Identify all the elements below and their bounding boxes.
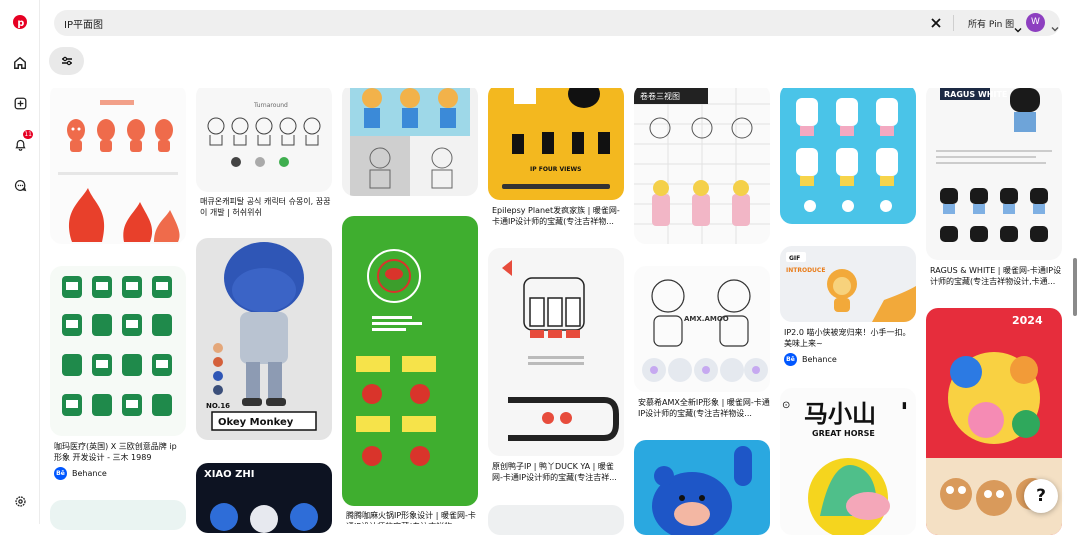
pin-image-ip-four-views[interactable]: IP FOUR VIEWS — [488, 84, 624, 200]
search-bar[interactable]: IP平面图 所有 Pin 图 — [54, 10, 1060, 36]
top-bar: IP平面图 所有 Pin 图 W — [41, 0, 1080, 88]
copyright-icon: ⊙ — [782, 400, 790, 411]
sliders-icon — [61, 56, 72, 66]
xiaozhi-label: XIAO ZHI — [204, 469, 255, 480]
search-scope-dropdown[interactable]: 所有 Pin 图 — [968, 17, 1014, 30]
pin-image-xiaozhi[interactable]: XIAO ZHI — [196, 463, 332, 533]
pin-image-three-views[interactable]: 卷卷三视图 — [634, 84, 770, 244]
source-label: Behance — [802, 355, 837, 364]
amx-label: AMX.AMOO — [684, 315, 729, 323]
pin-image-partial[interactable] — [50, 500, 186, 530]
pin-image-green-hotpot[interactable] — [342, 216, 478, 506]
home-icon[interactable] — [10, 53, 30, 73]
pin-image-cat-views[interactable] — [780, 84, 916, 224]
pin-caption[interactable]: 腾腾咖麻火锅IP形象设计 | 暖雀网-卡通IP设计师的宝藏(专注吉祥物... — [346, 510, 478, 524]
pin-image-ragus-white[interactable]: RAGUS WHITE — [926, 84, 1062, 260]
settings-gear-icon[interactable] — [10, 491, 30, 511]
notifications-badge: 11 — [23, 130, 33, 139]
pin-caption[interactable]: 原创鸭子IP | 鸭丫DUCK YA | 暖雀网-卡通IP设计师的宝藏(专注吉祥… — [492, 461, 624, 483]
pin-image-green-sticker-sheet[interactable] — [50, 266, 186, 436]
pin-source[interactable]: Bē Behance — [784, 353, 837, 366]
monkey-number: NO.16 — [206, 402, 230, 410]
pin-image-okey-monkey[interactable]: NO.16 Okey Monkey — [196, 238, 332, 440]
create-icon[interactable] — [10, 93, 30, 113]
scrollbar-thumb[interactable] — [1073, 258, 1077, 316]
pin-caption[interactable]: 咖玛医疗(英国) X 三欧创意品牌 ip形象 开发设计 - 三木 1989 — [54, 441, 184, 463]
mahorse-sub: GREAT HORSE — [812, 429, 875, 438]
pin-image-duck[interactable] — [488, 248, 624, 456]
pin-caption[interactable]: RAGUS & WHITE | 暖雀网-卡通IP设计师的宝藏(专注吉祥物设计,卡… — [930, 265, 1062, 287]
behance-icon: Bē — [784, 353, 797, 366]
filter-button[interactable] — [49, 47, 84, 75]
pin-image-great-horse[interactable]: ⊙ ▮ 马小山 GREAT HORSE — [780, 388, 916, 535]
four-views-label: IP FOUR VIEWS — [530, 166, 581, 173]
pin-caption[interactable]: 매큐온캐피탈 공식 캐릭터 슈몽이, 꿈꿈이 개발 | 허쉬위쉬 — [200, 196, 332, 218]
pin-caption[interactable]: 安慕希AMX全新IP形象 | 暖雀网-卡通IP设计师的宝藏(专注吉祥物设... — [638, 397, 770, 419]
pin-image-flame-mascot[interactable] — [50, 84, 186, 244]
divider — [953, 15, 954, 31]
messages-icon[interactable] — [10, 175, 30, 195]
gif-tag: GIF — [789, 255, 800, 262]
pinterest-logo-icon[interactable]: p — [10, 12, 30, 32]
svg-text:p: p — [17, 18, 24, 29]
turnaround-label: Turnaround — [253, 102, 288, 109]
ragus-label: RAGUS WHITE — [944, 90, 1007, 99]
pin-image-turnaround[interactable]: Turnaround — [196, 84, 332, 192]
source-label: Behance — [72, 469, 107, 478]
search-input[interactable]: IP平面图 — [64, 16, 103, 31]
avatar[interactable]: W — [1026, 13, 1045, 32]
pin-image-partial[interactable] — [488, 505, 624, 535]
pin-image-boy-mascot[interactable] — [342, 84, 478, 196]
notifications-icon[interactable]: 11 — [10, 130, 33, 154]
year-label: 2024 — [1012, 314, 1043, 327]
monkey-title: Okey Monkey — [218, 417, 294, 428]
clear-search-icon[interactable] — [928, 15, 944, 31]
behance-icon: Bē — [54, 467, 67, 480]
pin-image-blue-bear[interactable] — [634, 440, 770, 535]
pin-caption[interactable]: IP2.0 喵小侠被宠归来！小手一扣。美味上来~ — [784, 327, 916, 349]
pin-image-amx[interactable]: AMX.AMOO — [634, 266, 770, 392]
help-button[interactable]: ? — [1024, 479, 1058, 513]
pin-source[interactable]: Bē Behance — [54, 467, 107, 480]
bookmark-icon: ▮ — [902, 401, 907, 411]
introduce-label: INTRODUCE — [786, 267, 825, 274]
chevron-down-icon[interactable] — [1014, 19, 1022, 33]
account-chevron-down-icon[interactable] — [1051, 18, 1059, 32]
mahorse-title: 马小山 — [804, 400, 876, 428]
pin-caption[interactable]: Epilepsy Planet发疯家族 | 暖雀网-卡通IP设计师的宝藏(专注吉… — [492, 205, 624, 227]
three-views-label: 卷卷三视图 — [640, 91, 680, 101]
left-rail: p 11 — [0, 0, 40, 524]
pin-image-introduce[interactable]: GIF INTRODUCE — [780, 246, 916, 322]
